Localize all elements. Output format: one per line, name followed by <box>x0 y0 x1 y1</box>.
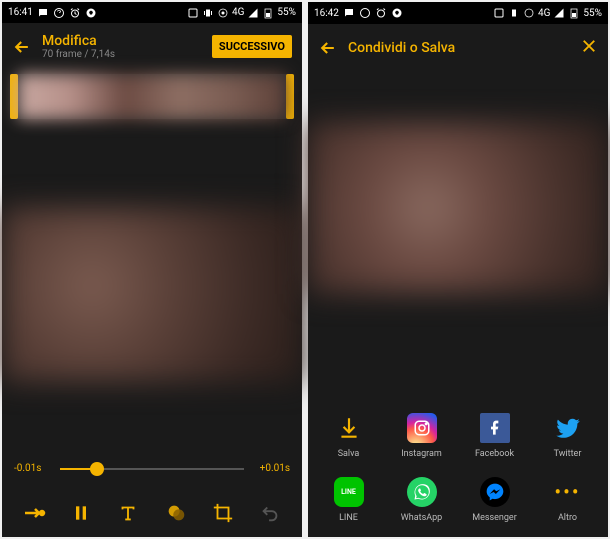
share-messenger[interactable]: Messenger <box>458 477 531 523</box>
page-subtitle: 70 frame / 7,14s <box>42 49 202 60</box>
scrub-track[interactable] <box>60 468 244 470</box>
facebook-icon <box>480 413 510 443</box>
chat-icon <box>37 7 49 19</box>
nfc-icon <box>187 7 199 19</box>
share-label: Messenger <box>472 513 517 523</box>
direction-button[interactable] <box>18 497 50 529</box>
scrub-minus-label: -0.01s <box>14 463 54 474</box>
battery-icon <box>568 7 580 19</box>
share-label: Facebook <box>475 449 514 459</box>
app-header: Condividi o Salva <box>308 24 608 72</box>
signal-icon <box>247 7 259 19</box>
close-button[interactable] <box>580 37 598 60</box>
next-button[interactable]: SUCCESSIVO <box>212 35 292 58</box>
soccer-icon <box>85 7 97 19</box>
network-label: 4G <box>538 8 550 19</box>
line-icon: LINE <box>334 477 364 507</box>
soccer-icon <box>391 7 403 19</box>
vibrate-icon <box>202 7 214 19</box>
battery-icon <box>262 7 274 19</box>
battery-percent: 55% <box>277 7 296 18</box>
scrub-thumb[interactable] <box>90 462 104 476</box>
location-icon <box>217 7 229 19</box>
share-altro[interactable]: ••• Altro <box>531 477 604 523</box>
share-salva[interactable]: Salva <box>312 413 385 459</box>
status-time: 16:42 <box>314 8 339 19</box>
crop-button[interactable] <box>207 497 239 529</box>
signal-icon <box>553 7 565 19</box>
share-grid: Salva Instagram Facebook Twitter LINE LI… <box>308 401 608 537</box>
share-label: Altro <box>558 513 577 523</box>
page-title: Modifica <box>42 33 202 49</box>
scrub-plus-label: +0.01s <box>250 463 290 474</box>
alarm-icon <box>69 7 81 19</box>
instagram-icon <box>407 413 437 443</box>
whatsapp-icon <box>407 477 437 507</box>
timeline-frames[interactable] <box>18 74 286 119</box>
share-label: LINE <box>339 513 358 523</box>
timeline[interactable] <box>10 74 294 119</box>
filters-button[interactable] <box>160 497 192 529</box>
messenger-icon <box>480 477 510 507</box>
pause-button[interactable] <box>65 497 97 529</box>
alarm-icon <box>375 7 387 19</box>
status-bar: 16:42 4G 55% <box>308 2 608 24</box>
trim-handle-left[interactable] <box>10 74 18 119</box>
share-label: Instagram <box>401 449 442 459</box>
chat-icon <box>343 7 355 19</box>
network-label: 4G <box>232 7 244 18</box>
status-time: 16:41 <box>8 7 33 18</box>
share-facebook[interactable]: Facebook <box>458 413 531 459</box>
share-instagram[interactable]: Instagram <box>385 413 458 459</box>
share-line[interactable]: LINE LINE <box>312 477 385 523</box>
video-preview[interactable] <box>2 207 302 382</box>
share-screen: 16:42 4G 55% Condividi o Salva <box>308 2 608 537</box>
app-header: Modifica 70 frame / 7,14s SUCCESSIVO <box>2 23 302 70</box>
download-icon <box>334 413 364 443</box>
edit-toolbar <box>2 488 302 537</box>
share-label: Twitter <box>554 449 582 459</box>
edit-screen: 16:41 4G 55% Modifica 70 frame / 7,14s S… <box>2 2 302 537</box>
share-label: WhatsApp <box>401 513 442 523</box>
back-button[interactable] <box>12 37 32 57</box>
twitter-icon <box>553 413 583 443</box>
text-button[interactable] <box>112 497 144 529</box>
page-title: Condividi o Salva <box>348 40 570 56</box>
whatsapp-status-icon <box>359 7 371 19</box>
battery-percent: 55% <box>583 8 602 19</box>
whatsapp-status-icon <box>53 7 65 19</box>
vibrate-icon <box>508 7 520 19</box>
nfc-icon <box>493 7 505 19</box>
result-preview[interactable] <box>308 122 608 294</box>
trim-handle-right[interactable] <box>286 74 294 119</box>
location-icon <box>523 7 535 19</box>
fine-scrubber: -0.01s +0.01s <box>2 450 302 489</box>
share-twitter[interactable]: Twitter <box>531 413 604 459</box>
share-label: Salva <box>338 449 360 459</box>
more-icon: ••• <box>553 477 583 507</box>
share-whatsapp[interactable]: WhatsApp <box>385 477 458 523</box>
back-button[interactable] <box>318 38 338 58</box>
undo-button[interactable] <box>254 497 286 529</box>
status-bar: 16:41 4G 55% <box>2 2 302 23</box>
